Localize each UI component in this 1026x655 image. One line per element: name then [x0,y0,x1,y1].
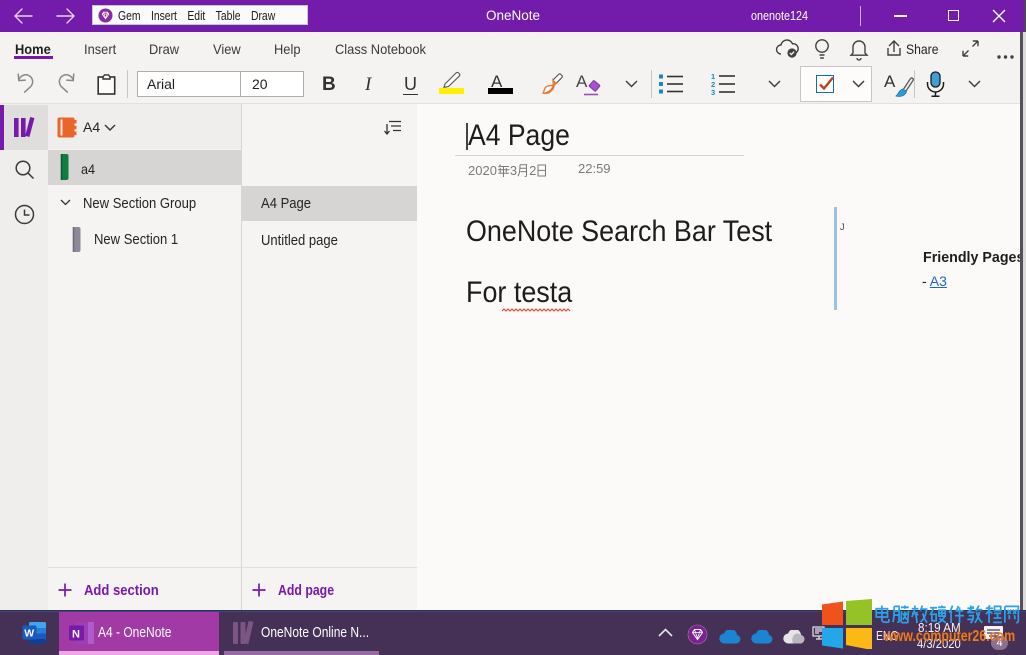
svg-text:W: W [24,628,34,640]
svg-text:N: N [72,628,80,640]
svg-text:3: 3 [711,88,715,96]
